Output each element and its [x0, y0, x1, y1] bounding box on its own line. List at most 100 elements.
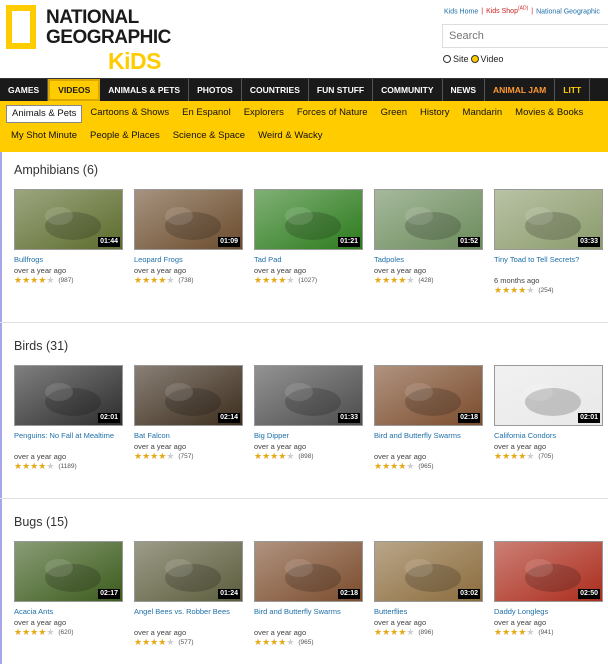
star-rating[interactable]: ★ ★ ★ ★ ★ (1189) — [14, 462, 77, 471]
star-rating[interactable]: ★ ★ ★ ★ ★ (987) — [14, 276, 74, 285]
video-tile[interactable]: 02:18 Bird and Butterfly Swarms over a yea… — [254, 541, 364, 651]
video-thumbnail[interactable]: 01:44 — [14, 189, 123, 250]
star-icon[interactable]: ★ — [38, 276, 46, 285]
video-title-link[interactable]: Bat Falcon — [134, 431, 244, 441]
video-thumbnail[interactable]: 02:18 — [374, 365, 483, 426]
star-icon[interactable]: ★ — [30, 462, 38, 471]
star-icon[interactable]: ★ — [390, 628, 398, 637]
star-icon[interactable]: ★ — [398, 628, 406, 637]
star-rating[interactable]: ★ ★ ★ ★ ★ (941) — [494, 628, 554, 637]
video-title-link[interactable]: Bird and Butterfly Swarms — [254, 607, 364, 617]
star-icon[interactable]: ★ — [286, 276, 294, 285]
star-icon[interactable]: ★ — [158, 452, 166, 461]
nav-tab-videos[interactable]: VIDEOS — [48, 79, 101, 101]
video-tile[interactable]: 02:18 Bird and Butterfly Swarms over a yea… — [374, 365, 484, 475]
video-title-link[interactable]: California Condors — [494, 431, 604, 441]
video-title-link[interactable]: Big Dipper — [254, 431, 364, 441]
star-rating[interactable]: ★ ★ ★ ★ ★ (428) — [374, 276, 434, 285]
star-icon[interactable]: ★ — [278, 638, 286, 647]
nav-tab-litt[interactable]: LITT — [555, 79, 591, 101]
star-icon[interactable]: ★ — [30, 276, 38, 285]
star-icon[interactable]: ★ — [390, 276, 398, 285]
star-icon[interactable]: ★ — [406, 462, 414, 471]
star-icon[interactable]: ★ — [142, 452, 150, 461]
video-title-link[interactable]: Bullfrogs — [14, 255, 124, 265]
star-icon[interactable]: ★ — [46, 462, 54, 471]
subnav-item-weird-wacky[interactable]: Weird & Wacky — [253, 128, 327, 144]
star-icon[interactable]: ★ — [406, 628, 414, 637]
star-icon[interactable]: ★ — [150, 452, 158, 461]
star-icon[interactable]: ★ — [30, 628, 38, 637]
video-tile[interactable]: 02:17 Acacia Ants over a year ago ★ ★ ★ ★ ★ (620… — [14, 541, 124, 651]
star-icon[interactable]: ★ — [374, 276, 382, 285]
star-icon[interactable]: ★ — [166, 276, 174, 285]
star-icon[interactable]: ★ — [494, 628, 502, 637]
star-icon[interactable]: ★ — [254, 638, 262, 647]
star-icon[interactable]: ★ — [502, 286, 510, 295]
subnav-item-mandarin[interactable]: Mandarin — [458, 105, 508, 123]
star-rating[interactable]: ★ ★ ★ ★ ★ (738) — [134, 276, 194, 285]
star-rating[interactable]: ★ ★ ★ ★ ★ (898) — [254, 452, 314, 461]
star-icon[interactable]: ★ — [270, 638, 278, 647]
site-radio[interactable] — [443, 55, 451, 63]
star-icon[interactable]: ★ — [526, 452, 534, 461]
star-icon[interactable]: ★ — [38, 628, 46, 637]
nav-tab-news[interactable]: NEWS — [443, 79, 486, 101]
kids-home-link[interactable]: Kids Home — [444, 8, 478, 15]
video-tile[interactable]: 02:14 Bat Falcon over a year ago ★ ★ ★ ★ ★ (757) — [134, 365, 244, 475]
subnav-item-cartoons-shows[interactable]: Cartoons & Shows — [85, 105, 174, 123]
star-icon[interactable]: ★ — [494, 452, 502, 461]
video-tile[interactable]: 03:33 Tiny Toad to Tell Secrets? 6 months … — [494, 189, 604, 299]
nav-tab-games[interactable]: GAMES — [0, 79, 49, 101]
star-icon[interactable]: ★ — [254, 276, 262, 285]
star-rating[interactable]: ★ ★ ★ ★ ★ (577) — [134, 638, 194, 647]
star-icon[interactable]: ★ — [142, 276, 150, 285]
video-thumbnail[interactable]: 02:01 — [14, 365, 123, 426]
star-icon[interactable]: ★ — [158, 638, 166, 647]
video-title-link[interactable]: Butterflies — [374, 607, 484, 617]
video-thumbnail[interactable]: 01:33 — [254, 365, 363, 426]
star-icon[interactable]: ★ — [494, 286, 502, 295]
video-thumbnail[interactable]: 02:18 — [254, 541, 363, 602]
star-icon[interactable]: ★ — [150, 276, 158, 285]
star-icon[interactable]: ★ — [526, 286, 534, 295]
star-icon[interactable]: ★ — [278, 452, 286, 461]
star-icon[interactable]: ★ — [382, 276, 390, 285]
subnav-item-animals-pets[interactable]: Animals & Pets — [6, 105, 83, 123]
star-icon[interactable]: ★ — [158, 276, 166, 285]
star-icon[interactable]: ★ — [398, 462, 406, 471]
star-icon[interactable]: ★ — [374, 462, 382, 471]
video-thumbnail[interactable]: 03:33 — [494, 189, 603, 250]
video-tile[interactable]: 02:01 Penguins: No Fall at Mealtime over a… — [14, 365, 124, 475]
video-title-link[interactable]: Angel Bees vs. Robber Bees — [134, 607, 244, 617]
star-rating[interactable]: ★ ★ ★ ★ ★ (705) — [494, 452, 554, 461]
star-icon[interactable]: ★ — [526, 628, 534, 637]
nav-tab-animals-pets[interactable]: ANIMALS & PETS — [100, 79, 190, 101]
star-icon[interactable]: ★ — [390, 462, 398, 471]
video-title-link[interactable]: Daddy Longlegs — [494, 607, 604, 617]
star-icon[interactable]: ★ — [382, 628, 390, 637]
star-icon[interactable]: ★ — [14, 628, 22, 637]
video-thumbnail[interactable]: 02:14 — [134, 365, 243, 426]
national-geographic-link[interactable]: National Geographic — [536, 8, 600, 15]
star-icon[interactable]: ★ — [286, 452, 294, 461]
subnav-item-my-shot-minute[interactable]: My Shot Minute — [6, 128, 82, 144]
kids-shop-link[interactable]: Kids Shop(AD) — [486, 6, 528, 15]
star-icon[interactable]: ★ — [262, 276, 270, 285]
star-icon[interactable]: ★ — [510, 286, 518, 295]
video-thumbnail[interactable]: 02:01 — [494, 365, 603, 426]
subnav-item-green[interactable]: Green — [376, 105, 412, 123]
star-icon[interactable]: ★ — [510, 628, 518, 637]
video-thumbnail[interactable]: 01:24 — [134, 541, 243, 602]
video-tile[interactable]: 01:44 Bullfrogs over a year ago ★ ★ ★ ★ ★ (987) — [14, 189, 124, 299]
star-icon[interactable]: ★ — [38, 462, 46, 471]
video-title-link[interactable]: Penguins: No Fall at Mealtime — [14, 431, 124, 441]
star-icon[interactable]: ★ — [14, 462, 22, 471]
video-tile[interactable]: 01:09 Leopard Frogs over a year ago ★ ★ ★ ★ ★ (7… — [134, 189, 244, 299]
star-icon[interactable]: ★ — [406, 276, 414, 285]
star-icon[interactable]: ★ — [382, 462, 390, 471]
subnav-item-science-space[interactable]: Science & Space — [168, 128, 250, 144]
nav-tab-animal-jam[interactable]: ANIMAL JAM — [485, 79, 556, 101]
star-icon[interactable]: ★ — [510, 452, 518, 461]
star-rating[interactable]: ★ ★ ★ ★ ★ (965) — [374, 462, 434, 471]
